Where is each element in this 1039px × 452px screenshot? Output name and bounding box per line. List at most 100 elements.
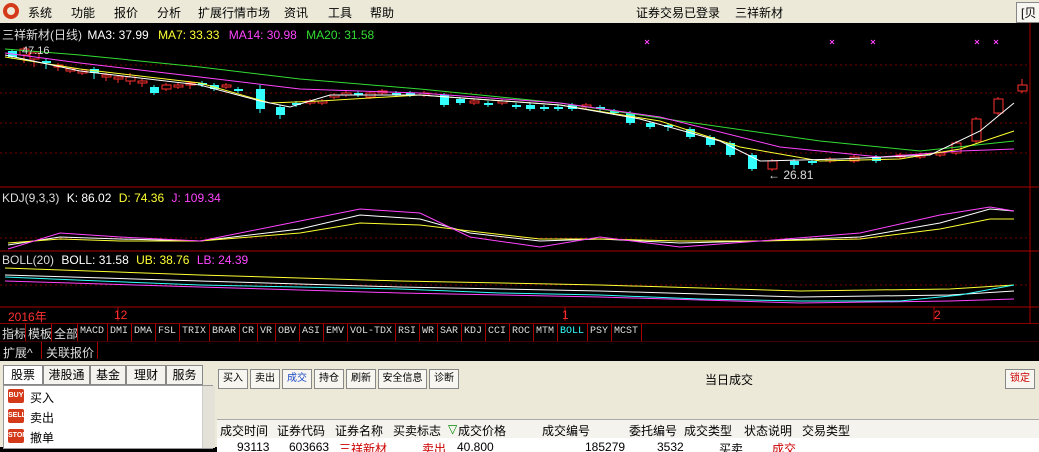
kline-chart[interactable] [0, 23, 1039, 323]
menu-tools[interactable]: 工具 [328, 4, 352, 21]
boll-lb-line [4, 280, 1015, 304]
col-deal-number[interactable]: 成交编号 [542, 422, 590, 439]
indicator-tab-roc[interactable]: ROC [512, 326, 530, 337]
indicator-tab-sar[interactable]: SAR [440, 326, 458, 337]
stop-icon: STOP [8, 429, 27, 443]
menu-function[interactable]: 功能 [71, 4, 95, 21]
indicator-tab-全部[interactable]: 全部 [54, 325, 78, 342]
indicator-tab-emv[interactable]: EMV [326, 326, 344, 337]
security-info-button[interactable]: 安全信息 [378, 369, 427, 389]
tab-finance[interactable]: 理财 [126, 365, 166, 385]
menu-system[interactable]: 系统 [28, 4, 52, 21]
lock-button[interactable]: 锁定 [1005, 369, 1035, 389]
diagnose-button[interactable]: 诊断 [429, 369, 459, 389]
holdings-button[interactable]: 持仓 [314, 369, 344, 389]
tab-hk-connect[interactable]: 港股通 [43, 365, 90, 385]
indicator-tab-fsl[interactable]: FSL [158, 326, 176, 337]
sell-button[interactable]: 卖出 [250, 369, 280, 389]
indicator-tab-kdj[interactable]: KDJ [464, 326, 482, 337]
col-status[interactable]: 状态说明 [744, 422, 792, 439]
indicator-tab-dmi[interactable]: DMI [110, 326, 128, 337]
kdj-j-line [7, 206, 1015, 250]
indicator-tab-strip: 指标 模板 全部 MACD DMI DMA FSL TRIX BRAR CR VR OBV ASI EMV… [0, 323, 1039, 341]
candle-body [935, 152, 946, 156]
chart-area: 三祥新材(日线) MA3: 37.99 MA7: 33.33 MA14: 30.… [0, 23, 1039, 324]
tab-stock[interactable]: 股票 [3, 365, 43, 385]
boll-value: BOLL: 31.58 [61, 253, 129, 267]
indicator-tab-mcst[interactable]: MCST [614, 326, 638, 337]
low-price-marker: ← 26.81 [768, 168, 814, 182]
indicator-tab-macd[interactable]: MACD [80, 326, 104, 337]
cell-deal-type: 买卖 [719, 442, 744, 452]
indicator-tab-模板[interactable]: 模板 [28, 325, 52, 342]
candle-body [469, 100, 480, 104]
sort-arrow-icon: ▽ [448, 422, 458, 436]
ma7-value: MA7: 33.33 [158, 28, 220, 42]
col-trade-type[interactable]: 交易类型 [802, 422, 850, 439]
action-sell-label: 卖出 [30, 411, 55, 425]
col-order-number[interactable]: 委托编号 [629, 422, 677, 439]
tab-fund[interactable]: 基金 [90, 365, 126, 385]
kdj-k-line [7, 208, 1015, 246]
col-deal-type[interactable]: 成交类型 [684, 422, 732, 439]
action-list-scrollbar[interactable] [202, 386, 215, 448]
indicator-tab-vr[interactable]: VR [260, 326, 272, 337]
tab-service[interactable]: 服务 [166, 365, 203, 385]
indicator-tab-wr[interactable]: WR [422, 326, 434, 337]
current-stock-name: 三祥新材 [735, 6, 784, 20]
boll-legend: BOLL(20) BOLL: 31.58 UB: 38.76 LB: 24.39 [2, 253, 248, 267]
trading-panel: 股票 港股通 基金 理财 服务 BUY 买入 SELL 卖出 STOP 撤单 买… [0, 361, 1039, 452]
kdj-j-value: J: 109.34 [171, 191, 221, 205]
tab-extend[interactable]: 扩展^ [3, 344, 33, 361]
indicator-tab-vol-tdx[interactable]: VOL-TDX [350, 326, 392, 337]
indicator-tab-boll[interactable]: BOLL [560, 326, 584, 337]
buy-button[interactable]: 买入 [218, 369, 248, 389]
candle-body [484, 103, 493, 105]
indicator-tab-rsi[interactable]: RSI [398, 326, 416, 337]
action-cancel[interactable]: STOP 撤单 [4, 427, 204, 447]
indicator-tab-trix[interactable]: TRIX [182, 326, 206, 337]
menu-extended-market[interactable]: 扩展行情市场 [198, 4, 270, 21]
candle-body [971, 118, 982, 142]
action-sell[interactable]: SELL 卖出 [4, 407, 204, 427]
indicator-tab-psy[interactable]: PSY [590, 326, 608, 337]
ma20-value: MA20: 31.58 [306, 28, 375, 42]
col-deal-price[interactable]: 成交价格 [458, 422, 506, 439]
table-row[interactable]: 93113 603663 三祥新材 卖出 40.800 185279 3532 … [217, 438, 1039, 452]
deals-button[interactable]: 成交 [282, 369, 312, 389]
chart-title: 三祥新材(日线) [2, 28, 82, 42]
indicator-tab-mtm[interactable]: MTM [536, 326, 554, 337]
menu-quote[interactable]: 报价 [114, 4, 138, 21]
cell-order-number: 3532 [657, 440, 684, 452]
indicator-tab-指标[interactable]: 指标 [2, 325, 26, 342]
tab-related-quote[interactable]: 关联报价 [46, 344, 94, 361]
col-security-name[interactable]: 证券名称 [335, 422, 383, 439]
menu-bar: 系统 功能 报价 分析 扩展行情市场 资讯 工具 帮助 证券交易已登录 三祥新材… [0, 0, 1039, 24]
window-button[interactable]: [贝 [1016, 2, 1039, 23]
candle-body [646, 123, 655, 127]
trade-action-list: BUY 买入 SELL 卖出 STOP 撤单 [3, 385, 215, 449]
menu-help[interactable]: 帮助 [370, 4, 394, 21]
candle-body [234, 89, 243, 91]
candle-body [1017, 84, 1028, 92]
indicator-tab-cr[interactable]: CR [242, 326, 254, 337]
menu-news[interactable]: 资讯 [284, 4, 308, 21]
sell-icon: SELL [8, 409, 26, 423]
col-direction[interactable]: 买卖标志 [393, 422, 441, 439]
date-label-dec: 12 [114, 308, 128, 322]
col-deal-time[interactable]: 成交时间 [220, 422, 268, 439]
indicator-tab-obv[interactable]: OBV [278, 326, 296, 337]
indicator-tab-brar[interactable]: BRAR [212, 326, 236, 337]
candle-body [993, 98, 1004, 114]
app-logo-icon [3, 3, 19, 19]
candle-body [456, 99, 465, 103]
indicator-tab-asi[interactable]: ASI [302, 326, 320, 337]
menu-analysis[interactable]: 分析 [157, 4, 181, 21]
refresh-button[interactable]: 刷新 [346, 369, 376, 389]
action-buy-label: 买入 [30, 391, 55, 405]
col-security-code[interactable]: 证券代码 [277, 422, 325, 439]
indicator-tab-dma[interactable]: DMA [134, 326, 152, 337]
action-buy[interactable]: BUY 买入 [4, 387, 204, 407]
candle-body [526, 105, 535, 109]
indicator-tab-cci[interactable]: CCI [488, 326, 506, 337]
